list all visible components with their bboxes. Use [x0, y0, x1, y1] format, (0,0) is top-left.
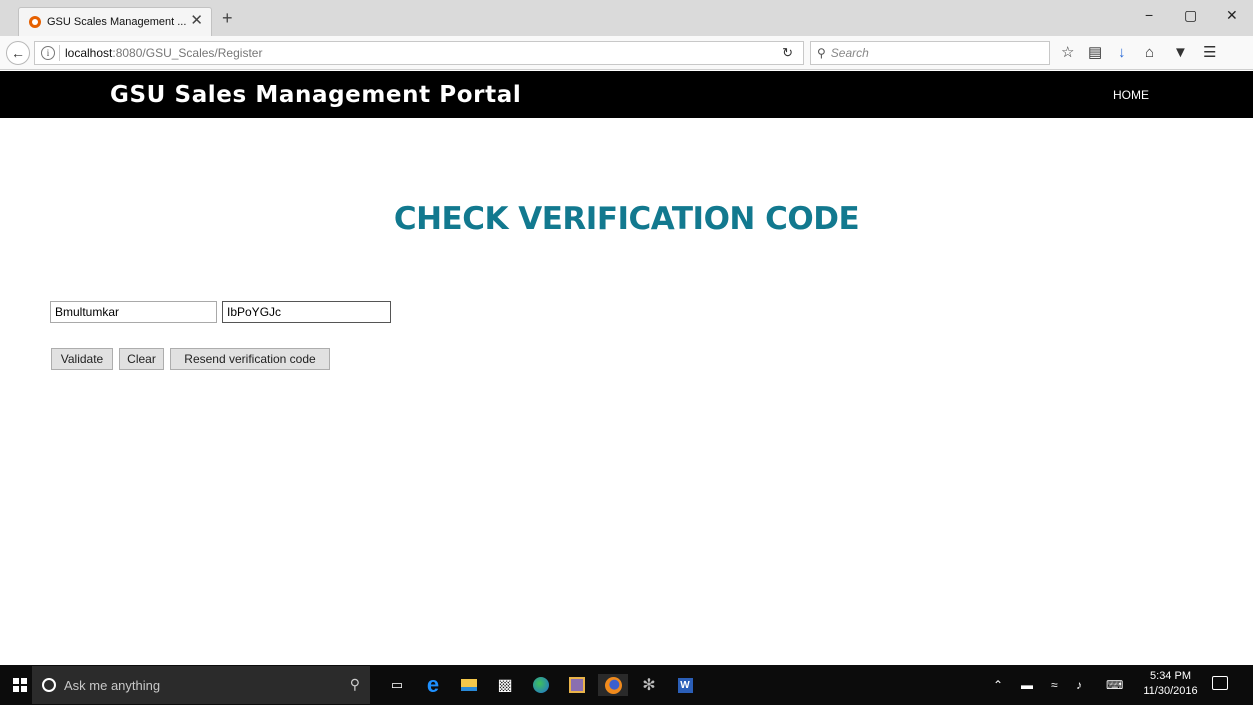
info-icon[interactable]: i — [41, 46, 55, 60]
windows-start-icon[interactable] — [13, 678, 27, 692]
search-icon: ⚲ — [817, 46, 826, 60]
battery-icon[interactable]: ▬ — [1021, 677, 1033, 693]
windows-taskbar: Ask me anything ⚲ ▭ e ▩ ✻ W ⌃ ▬ ≈ ♪ ⌨ 5:… — [0, 665, 1253, 705]
store-icon[interactable]: ▩ — [494, 674, 516, 696]
microphone-icon[interactable]: ⚲ — [350, 676, 360, 693]
page-title: CHECK VERIFICATION CODE — [393, 201, 860, 237]
site-title: GSU Sales Management Portal — [110, 82, 522, 108]
back-arrow-icon[interactable]: ← — [6, 41, 30, 65]
pocket-icon[interactable]: ▼ — [1173, 44, 1188, 62]
paint-icon[interactable]: ✻ — [638, 674, 660, 696]
browser-navbar: ← i localhost:8080/GSU_Scales/Register ↻… — [0, 36, 1253, 70]
word-icon[interactable]: W — [674, 674, 696, 696]
new-tab-button[interactable]: + — [222, 8, 233, 28]
maximize-button[interactable]: ▢ — [1184, 7, 1197, 23]
tab-favicon-icon — [29, 16, 41, 28]
menu-icon[interactable]: ☰ — [1203, 44, 1216, 62]
volume-icon[interactable]: ♪ — [1076, 677, 1082, 693]
bookmark-star-icon[interactable]: ☆ — [1061, 44, 1074, 62]
cortana-icon — [42, 678, 56, 692]
clock-date: 11/30/2016 — [1143, 685, 1198, 697]
browser-tabstrip: GSU Scales Management ... ✕ + − ▢ ✕ — [0, 0, 1253, 36]
resend-code-button[interactable]: Resend verification code — [170, 348, 330, 370]
cortana-placeholder: Ask me anything — [64, 677, 161, 693]
tray-chevron-up-icon[interactable]: ⌃ — [993, 677, 1003, 693]
tab-close-icon[interactable]: ✕ — [190, 13, 203, 29]
taskbar-clock[interactable]: 5:34 PM 11/30/2016 — [1143, 669, 1198, 699]
firefox-icon[interactable] — [598, 674, 628, 696]
search-placeholder: Search — [830, 46, 869, 60]
notification-icon[interactable] — [1212, 676, 1228, 690]
keyboard-icon[interactable]: ⌨ — [1106, 677, 1123, 693]
url-bar[interactable]: i localhost:8080/GSU_Scales/Register ↻ — [34, 41, 804, 65]
validate-button[interactable]: Validate — [51, 348, 113, 370]
url-divider — [59, 45, 60, 61]
wifi-icon[interactable]: ≈ — [1051, 677, 1058, 693]
minimize-button[interactable]: − — [1145, 7, 1153, 23]
site-header: GSU Sales Management Portal HOME — [0, 71, 1253, 118]
task-view-icon[interactable]: ▭ — [386, 674, 408, 696]
reading-list-icon[interactable]: ▤ — [1088, 44, 1102, 62]
username-input[interactable] — [50, 301, 217, 323]
url-host: localhost — [65, 46, 113, 60]
close-window-button[interactable]: ✕ — [1226, 7, 1238, 23]
download-icon[interactable]: ↓ — [1118, 44, 1126, 62]
url-path: :8080/GSU_Scales/Register — [112, 46, 263, 60]
edge-icon[interactable]: e — [422, 672, 444, 697]
tab-title: GSU Scales Management ... — [47, 16, 187, 28]
cortana-search-box[interactable]: Ask me anything ⚲ — [32, 666, 370, 704]
browser-tab[interactable]: GSU Scales Management ... ✕ — [18, 7, 212, 36]
clock-time: 5:34 PM — [1150, 670, 1191, 682]
verification-code-input[interactable] — [222, 301, 391, 323]
browser-globe-icon[interactable] — [530, 674, 552, 696]
reload-icon[interactable]: ↻ — [782, 45, 793, 61]
app-icon[interactable] — [566, 674, 588, 696]
nav-home-link[interactable]: HOME — [1113, 88, 1149, 102]
browser-search-input[interactable]: ⚲ Search — [810, 41, 1050, 65]
clear-button[interactable]: Clear — [119, 348, 164, 370]
home-icon[interactable]: ⌂ — [1145, 44, 1154, 62]
file-explorer-icon[interactable] — [458, 674, 480, 696]
